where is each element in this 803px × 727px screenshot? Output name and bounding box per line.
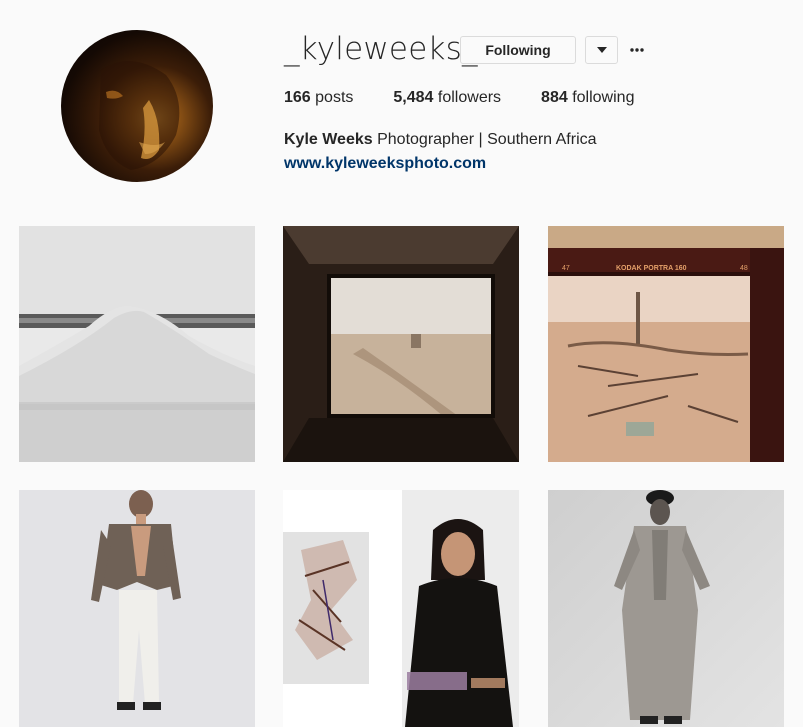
followers-stat[interactable]: 5,484 followers: [393, 89, 501, 107]
suggestions-dropdown-button[interactable]: [585, 36, 618, 64]
film-frame-right: 48: [740, 265, 748, 272]
diptych-photo: [283, 490, 519, 727]
followers-count: 5,484: [393, 89, 434, 106]
following-stat[interactable]: 884 following: [541, 89, 634, 107]
profile-bio: Kyle Weeks Photographer | Southern Afric…: [284, 131, 597, 149]
posts-stat: 166 posts: [284, 89, 353, 107]
caret-down-icon: [596, 47, 607, 53]
film-frame-left: 47: [562, 265, 570, 272]
following-label: following: [572, 89, 635, 106]
profile-full-name: Kyle Weeks: [284, 131, 373, 148]
desert-window-photo: [283, 226, 519, 462]
ellipsis-icon: [630, 48, 644, 52]
salt-mound-photo: [19, 226, 255, 462]
post-thumbnail-man-blazer[interactable]: [19, 490, 255, 727]
man-coat-photo: [548, 490, 784, 727]
avatar-portrait-graphic: [99, 61, 180, 170]
profile-website-link[interactable]: www.kyleweeksphoto.com: [284, 155, 486, 173]
profile-bio-text: Photographer | Southern Africa: [377, 131, 597, 148]
film-strip-photo: 47 KODAK PORTRA 160 48: [548, 226, 784, 462]
man-blazer-photo: [19, 490, 255, 727]
profile-avatar[interactable]: [61, 30, 213, 182]
post-thumbnail-desert-window[interactable]: [283, 226, 519, 462]
post-thumbnail-film-strip[interactable]: 47 KODAK PORTRA 160 48: [548, 226, 784, 462]
profile-stats: 166 posts 5,484 followers 884 following: [284, 89, 674, 107]
more-options-button[interactable]: [626, 40, 648, 60]
following-button[interactable]: Following: [460, 36, 576, 64]
posts-count: 166: [284, 89, 311, 106]
post-thumbnail-man-coat[interactable]: [548, 490, 784, 727]
profile-username: _kyleweeks_: [284, 31, 478, 67]
followers-label: followers: [437, 89, 502, 106]
post-thumbnail-diptych[interactable]: [283, 490, 519, 727]
following-count: 884: [541, 89, 568, 106]
posts-label: posts: [315, 89, 354, 106]
film-brand-text: KODAK PORTRA 160: [616, 265, 687, 272]
profile-page: _kyleweeks_ Following 166 posts 5,484 fo…: [0, 0, 803, 727]
post-thumbnail-salt-mound[interactable]: [19, 226, 255, 462]
